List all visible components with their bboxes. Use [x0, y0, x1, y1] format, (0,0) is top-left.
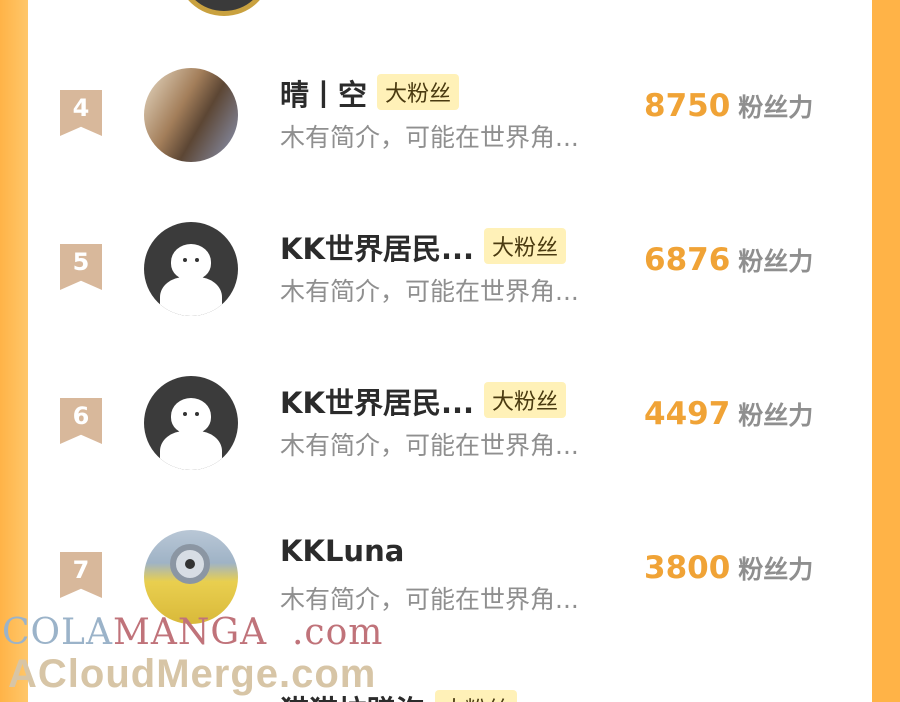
user-name[interactable]: KK世界居民... 大粉丝	[280, 380, 567, 422]
rank-ribbon: 6	[60, 398, 102, 444]
user-bio: 木有简介，可能在世界角...	[280, 277, 579, 306]
fan-power-value: 8750	[644, 88, 731, 124]
watermark-part: MANGA	[112, 612, 268, 653]
fan-level-badge: 大粉丝	[435, 690, 518, 702]
watermark-text: ACloudMerge.com	[8, 652, 377, 696]
default-avatar-icon[interactable]	[144, 222, 238, 316]
fan-level-badge: 大粉丝	[484, 382, 567, 418]
goggle-graphic	[170, 544, 210, 584]
avatar-head	[171, 244, 211, 280]
avatar-body	[160, 431, 222, 470]
user-name-text: KKLuna	[280, 534, 405, 568]
user-bio: 木有简介，可能在世界角...	[280, 431, 579, 460]
fan-power-value: 3800	[644, 550, 731, 586]
list-item[interactable]: 4 晴丨空 大粉丝 木有简介，可能在世界角... 8750 粉丝力	[28, 60, 872, 170]
rank-ribbon: 7	[60, 552, 102, 598]
fan-power-unit: 粉丝力	[738, 401, 814, 430]
user-name-text: 晴丨空	[280, 78, 368, 112]
avatar[interactable]	[178, 0, 270, 16]
user-name[interactable]: KK世界居民... 大粉丝	[280, 226, 567, 268]
watermark-text: COLAMANGA .com	[2, 612, 383, 653]
fan-power-unit: 粉丝力	[738, 247, 814, 276]
fan-power: 8750 粉丝力	[644, 88, 813, 124]
list-item[interactable]: 6 KK世界居民... 大粉丝 木有简介，可能在世界角... 4497 粉丝力	[28, 368, 872, 478]
rank-ribbon: 4	[60, 90, 102, 136]
fan-power-value: 6876	[644, 242, 731, 278]
user-bio: 木有简介，可能在世界角...	[280, 123, 579, 152]
user-name-text: KK世界居民...	[280, 232, 474, 266]
rank-ribbon: 5	[60, 244, 102, 290]
user-name[interactable]: KKLuna	[280, 534, 404, 568]
fan-power-unit: 粉丝力	[738, 555, 814, 584]
fan-level-badge: 大粉丝	[377, 74, 460, 110]
list-item[interactable]: 5 KK世界居民... 大粉丝 木有简介，可能在世界角... 6876 粉丝力	[28, 214, 872, 324]
user-name-text: KK世界居民...	[280, 386, 474, 420]
fan-level-badge: 大粉丝	[484, 228, 567, 264]
fan-power: 4497 粉丝力	[644, 396, 813, 432]
fan-power-value: 4497	[644, 396, 731, 432]
fan-leaderboard-panel: 4 晴丨空 大粉丝 木有简介，可能在世界角... 8750 粉丝力 5 KK世界居民…	[28, 0, 872, 702]
avatar-body	[160, 277, 222, 316]
watermark-part: .com	[291, 612, 384, 653]
user-name[interactable]: 晴丨空 大粉丝	[280, 72, 460, 114]
user-bio: 木有简介，可能在世界角...	[280, 585, 579, 614]
avatar[interactable]	[144, 68, 238, 162]
fan-power: 3800 粉丝力	[644, 550, 813, 586]
avatar[interactable]	[144, 530, 238, 624]
watermark-part: COLA	[2, 612, 113, 653]
fan-power-unit: 粉丝力	[738, 93, 814, 122]
fan-power: 6876 粉丝力	[644, 242, 813, 278]
default-avatar-icon[interactable]	[144, 376, 238, 470]
avatar-head	[171, 398, 211, 434]
